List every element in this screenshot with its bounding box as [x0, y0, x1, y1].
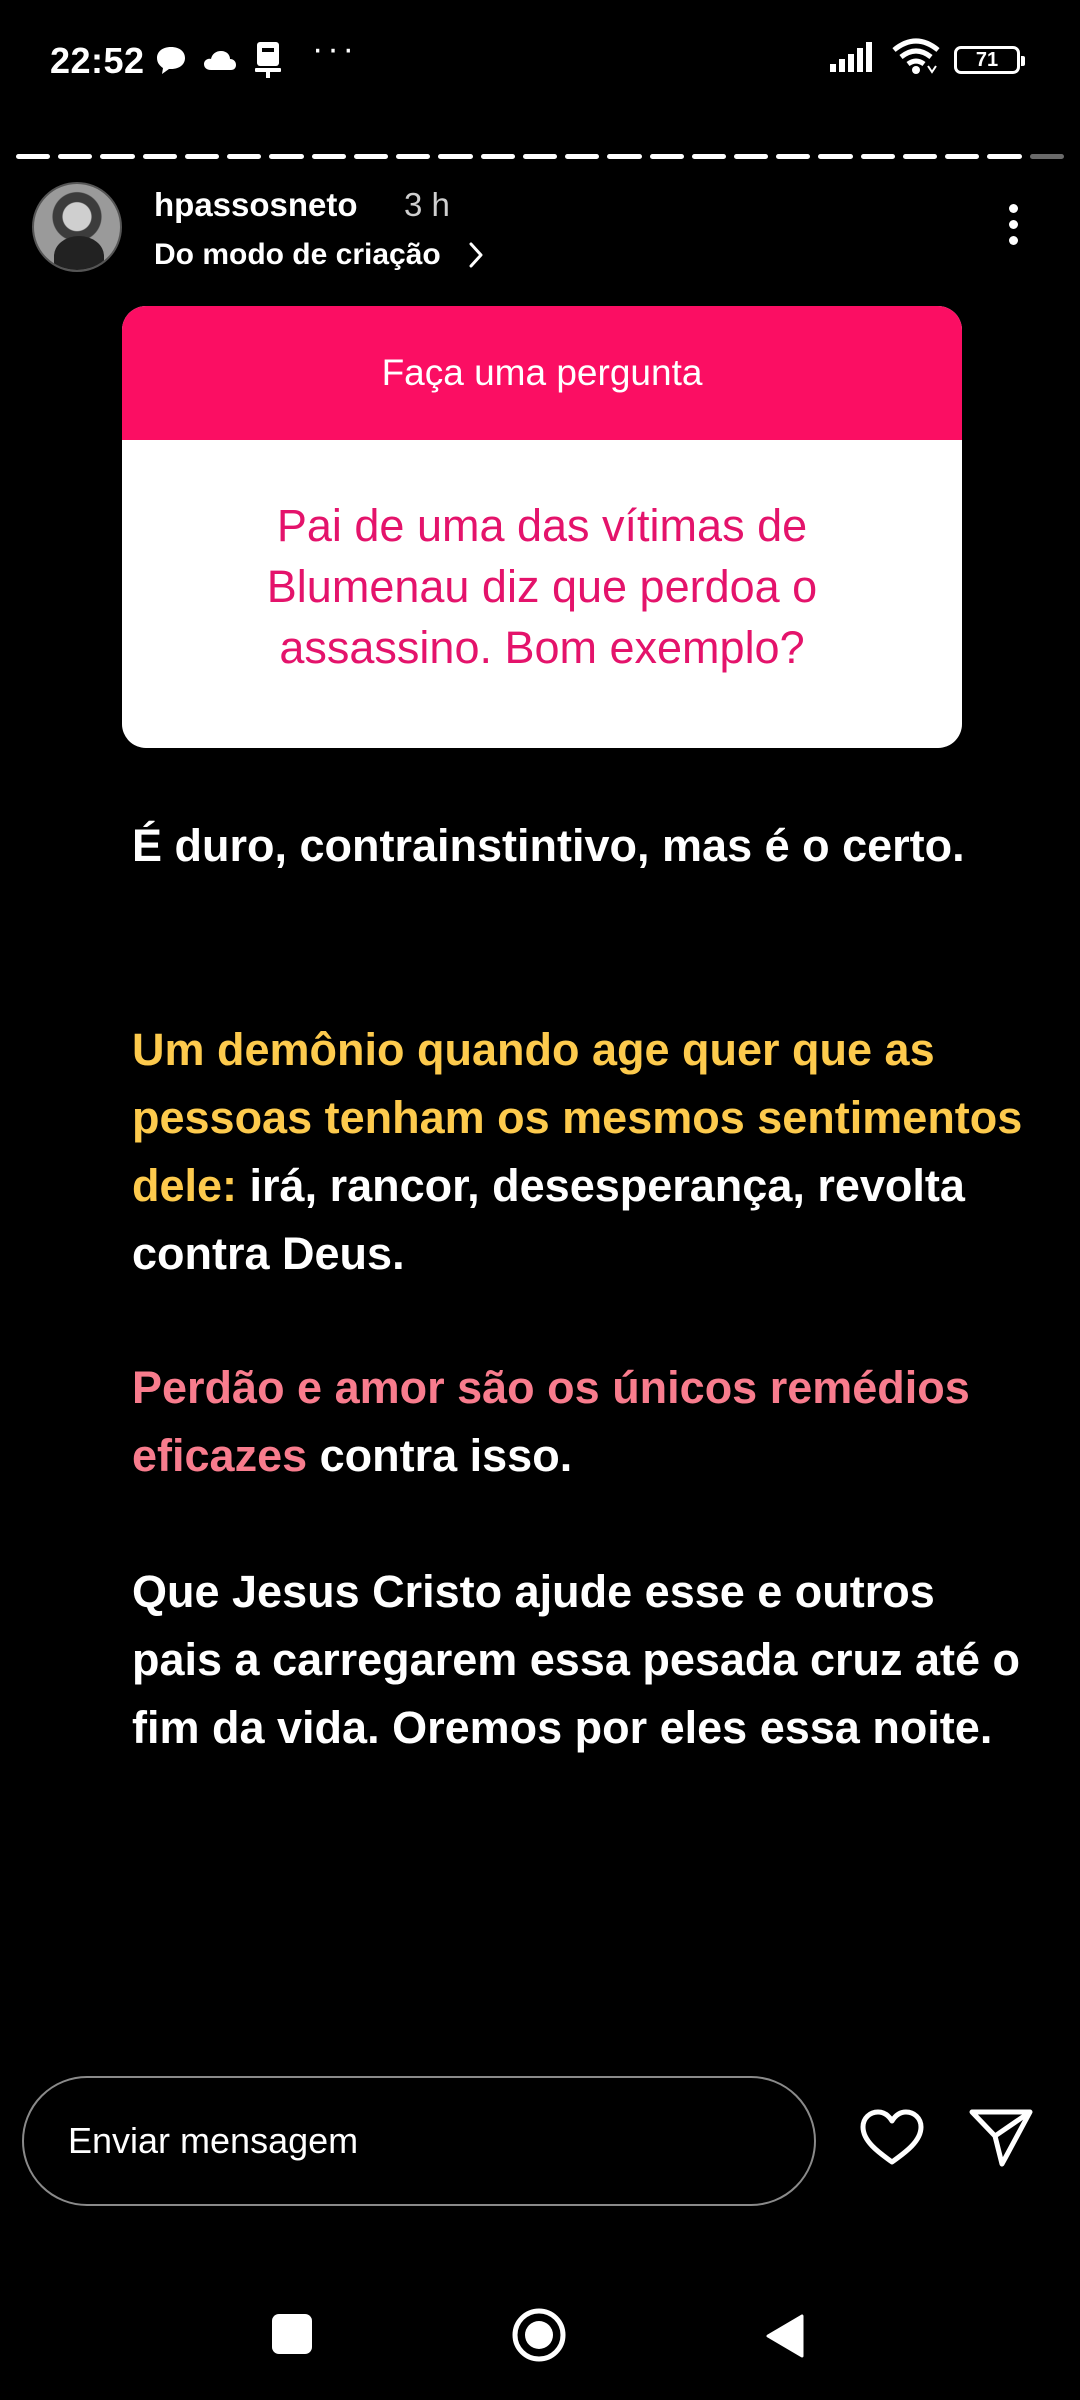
story-progress-segment: [902, 154, 938, 159]
story-progress-segment: [480, 154, 515, 159]
story-paragraph-2: Um demônio quando age quer que as pessoa…: [132, 1016, 1032, 1288]
story-progress-segment: [987, 154, 1022, 159]
story-progress-segment: [227, 154, 262, 159]
sim-card-icon: [255, 42, 281, 78]
story-paragraph-4: Que Jesus Cristo ajude esse e outros pai…: [132, 1566, 1021, 1753]
more-options-icon[interactable]: [998, 200, 1028, 250]
story-progress-segment: [733, 154, 769, 159]
story-progress-segment: [565, 154, 600, 159]
wifi-icon: [892, 38, 940, 74]
story-progress-segment: [945, 154, 980, 159]
send-message-input[interactable]: Enviar mensagem: [22, 2076, 816, 2206]
back-button[interactable]: [762, 2312, 806, 2360]
story-progress-segment: [58, 154, 93, 159]
status-time: 22:52: [50, 40, 145, 81]
story-progress-segment: [184, 154, 220, 159]
more-notifications-icon: ···: [312, 30, 358, 68]
story-progress-segment: [776, 154, 811, 159]
story-progress-segment: [860, 154, 895, 159]
cloud-icon: [204, 51, 236, 70]
story-progress-segment: [818, 154, 853, 159]
story-progress-segment: [16, 154, 51, 159]
paragraph-text: contra isso.: [307, 1430, 573, 1481]
story-progress-segment: [311, 154, 346, 159]
username[interactable]: hpassosneto: [154, 186, 358, 224]
send-icon[interactable]: [968, 2106, 1034, 2168]
question-sticker[interactable]: Faça uma pergunta Pai de uma das vítimas…: [122, 306, 962, 748]
avatar[interactable]: [32, 182, 122, 272]
story-progress-segment: [1029, 154, 1064, 159]
status-bar: 22:52 ··· 71: [0, 0, 1080, 120]
story-progress-segment: [142, 154, 177, 159]
battery-icon: 71: [954, 46, 1025, 74]
story-paragraph-3: Perdão e amor são os únicos remédios efi…: [132, 1354, 1032, 1490]
story-progress-segment: [353, 154, 389, 159]
story-progress-segment: [522, 154, 558, 159]
paragraph-text: irá, rancor, desesperança, revolta contr…: [132, 1160, 965, 1279]
question-sticker-header: Faça uma pergunta: [122, 306, 962, 440]
story-progress-segment: [438, 154, 473, 159]
story-progress-segment: [691, 154, 726, 159]
recent-apps-button[interactable]: [272, 2314, 312, 2354]
story-progress-segment: [269, 154, 304, 159]
signal-strength-icon: [830, 42, 872, 72]
send-message-placeholder: Enviar mensagem: [68, 2120, 359, 2161]
story-time-ago: 3 h: [404, 186, 450, 223]
story-paragraph-1: É duro, contrainstintivo, mas é o certo.: [132, 820, 965, 871]
chat-bubble-icon: [157, 47, 185, 74]
story-progress-segment: [607, 154, 642, 159]
question-sticker-text: Pai de uma das vítimas de Blumenau diz q…: [266, 499, 818, 673]
story-subtitle-link[interactable]: Do modo de criação: [154, 238, 441, 272]
story-progress-segment: [649, 154, 684, 159]
story-progress-segment: [100, 154, 135, 159]
story-progress-bar: [16, 154, 1064, 159]
chevron-right-icon: [469, 242, 483, 268]
story-progress-segment: [396, 154, 431, 159]
home-button[interactable]: [510, 2306, 568, 2364]
heart-icon[interactable]: [858, 2108, 926, 2168]
